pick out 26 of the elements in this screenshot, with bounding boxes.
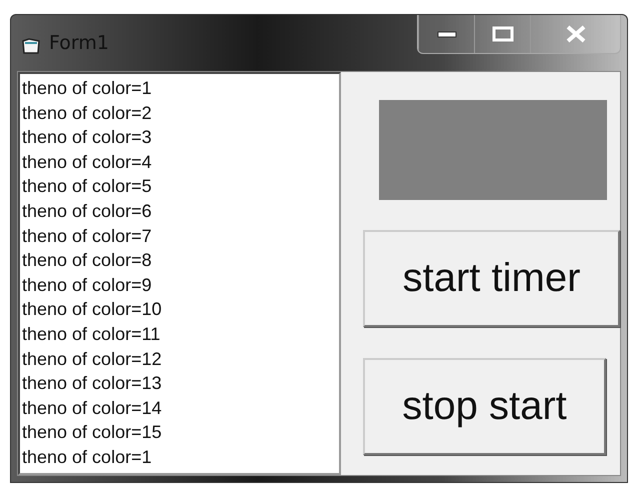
start-timer-button[interactable]: start timer [363, 230, 620, 327]
list-item[interactable]: theno of color=1 [22, 444, 152, 470]
window-icon [21, 37, 41, 55]
list-item[interactable]: theno of color=10 [22, 297, 162, 322]
window-title: Form1 [49, 32, 109, 54]
minimize-button[interactable] [418, 15, 474, 53]
list-item[interactable]: theno of color=5 [22, 174, 152, 199]
list-item[interactable]: theno of color=8 [22, 248, 152, 273]
list-item[interactable]: theno of color=9 [22, 272, 152, 298]
maximize-icon [492, 26, 514, 42]
list-box[interactable] [18, 72, 341, 475]
stop-button[interactable]: stop start [363, 358, 606, 455]
list-item[interactable]: theno of color=14 [22, 396, 162, 420]
minimize-icon [436, 29, 458, 39]
list-item[interactable]: theno of color=4 [22, 150, 152, 174]
list-item[interactable]: theno of color=12 [22, 346, 162, 372]
list-item[interactable]: theno of color=7 [22, 224, 152, 248]
list-item[interactable]: theno of color=3 [22, 125, 152, 150]
close-button[interactable] [530, 15, 620, 53]
maximize-button[interactable] [474, 15, 530, 53]
list-item[interactable]: theno of color=13 [22, 371, 162, 396]
list-item[interactable]: theno of color=6 [22, 198, 152, 224]
list-item[interactable]: theno of color=15 [22, 420, 162, 445]
list-item[interactable]: theno of color=1 [22, 76, 152, 101]
list-item[interactable]: theno of color=11 [22, 322, 160, 347]
list-item[interactable]: theno of color=2 [22, 100, 152, 126]
